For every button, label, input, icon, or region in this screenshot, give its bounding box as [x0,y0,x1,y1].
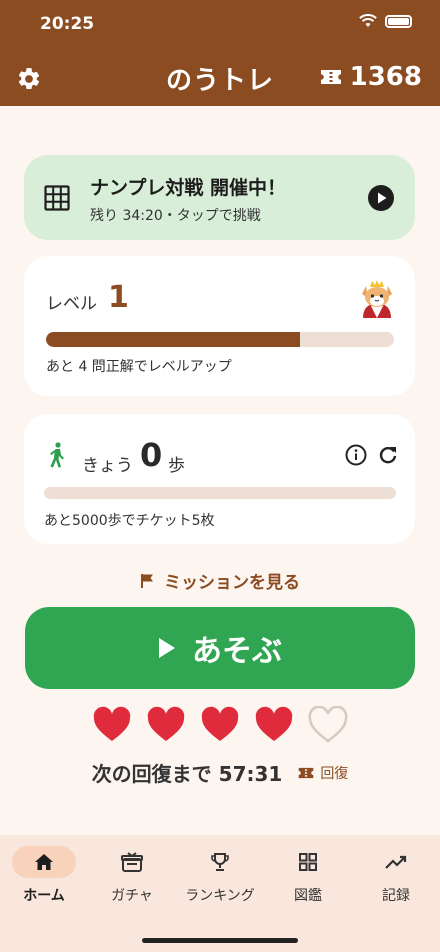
heart-filled-icon [255,706,293,741]
tab-collection-label: 図鑑 [294,888,322,904]
bottom-tab-bar: ホーム ガチャ ランキング 図鑑 記録 [0,835,440,952]
steps-count: 0 [140,436,163,474]
recovery-row: 次の回復まで 57:31 回復 [0,758,440,787]
recovery-timer: 次の回復まで 57:31 [91,762,283,786]
recovery-button[interactable]: 回復 [298,763,348,783]
trophy-icon [211,853,229,871]
hearts-row [0,706,440,744]
steps-note: あと5000歩でチケット5枚 [44,513,215,529]
refresh-icon[interactable] [377,444,399,466]
tab-gacha[interactable]: ガチャ [88,845,176,905]
mission-link[interactable]: ミッションを見る [0,568,440,593]
tab-home-label: ホーム [23,888,65,904]
play-button[interactable]: あそぶ [25,607,415,689]
ticket-count: 1368 [349,62,422,92]
ticket-counter[interactable]: 1368 [320,62,422,92]
level-note: あと 4 問正解でレベルアップ [46,359,232,375]
level-value: 1 [108,280,129,315]
app-header: 20:25 のうトレ 1368 [0,0,440,106]
home-indicator [142,938,298,943]
play-icon [159,638,175,658]
steps-unit: 歩 [168,456,185,476]
play-button-label: あそぶ [192,634,282,669]
event-title: ナンプレ対戦 開催中！ [90,177,287,199]
play-circle-icon[interactable] [367,184,395,212]
status-time: 20:25 [40,14,95,34]
level-card: レベル 1 あと 4 問正解でレベルアップ [24,256,415,396]
event-banner[interactable]: ナンプレ対戦 開催中！ 残り 34:20・タップで挑戦 [24,155,415,240]
tab-ranking[interactable]: ランキング [176,845,264,905]
info-icon[interactable] [345,444,367,466]
level-label: レベル [46,294,97,314]
home-icon [35,854,53,870]
gacha-icon [121,852,143,872]
heart-filled-icon [147,706,185,741]
cat-king-mascot-icon [362,280,392,318]
mission-label: ミッションを見る [164,573,300,593]
heart-filled-icon [201,706,239,741]
event-subtitle: 残り 34:20・タップで挑戦 [90,208,261,224]
flag-icon [141,573,153,588]
walking-icon [50,442,64,468]
heart-empty-icon [308,706,348,743]
chart-icon [385,855,407,869]
steps-label: きょう [82,456,133,476]
level-progress-bar [46,332,394,347]
recovery-button-label: 回復 [320,765,349,782]
tab-home[interactable]: ホーム [0,845,88,905]
status-icons [359,14,412,28]
tab-collection[interactable]: 図鑑 [264,845,352,905]
tab-records[interactable]: 記録 [352,845,440,905]
steps-card: きょう 0 歩 あと5000歩でチケット5枚 [24,414,415,544]
battery-icon [385,14,412,28]
heart-filled-icon [93,706,131,741]
wifi-icon [359,14,377,27]
tab-ranking-label: ランキング [185,888,255,904]
sudoku-grid-icon [44,185,70,211]
tab-records-label: 記録 [382,888,410,904]
ticket-icon [320,70,341,84]
steps-progress-bar [44,487,396,499]
level-progress-fill [46,332,301,347]
grid-icon [299,853,317,871]
ticket-icon [299,767,314,778]
tab-gacha-label: ガチャ [111,888,153,904]
